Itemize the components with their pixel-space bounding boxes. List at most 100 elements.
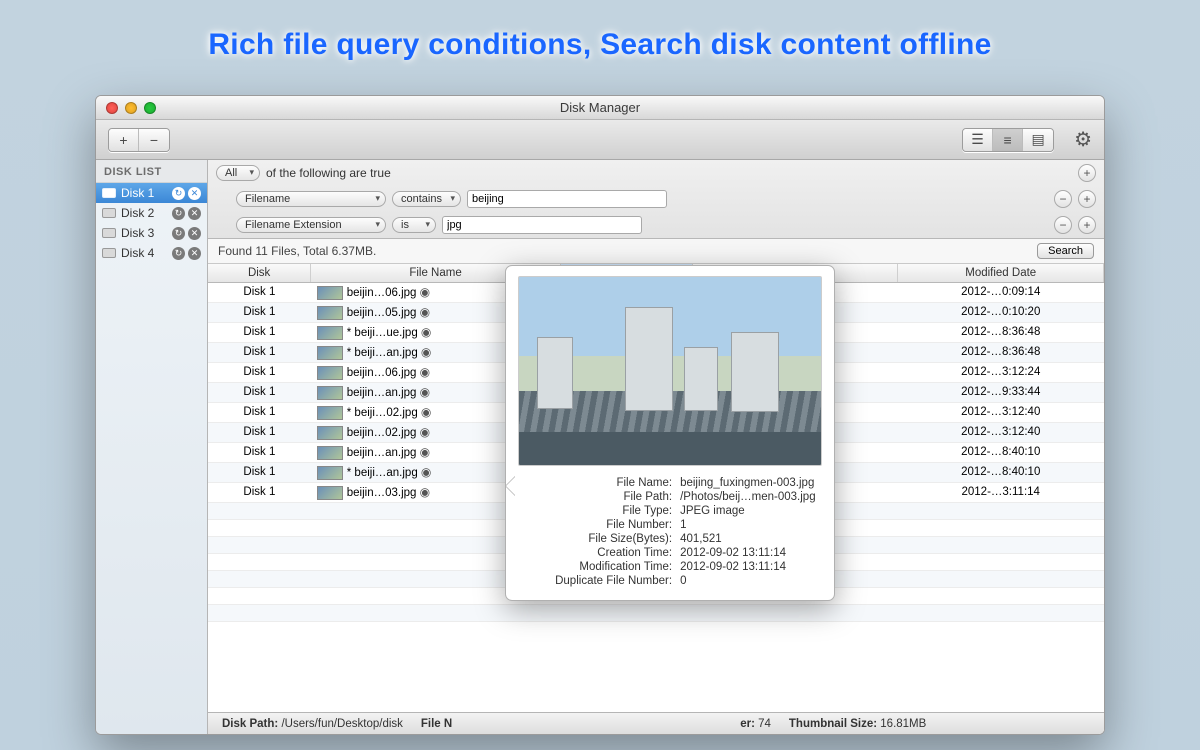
cell-disk: Disk 1 xyxy=(208,482,311,502)
search-button[interactable]: Search xyxy=(1037,243,1094,259)
disk-icon xyxy=(102,228,116,238)
preview-field-value: JPEG image xyxy=(676,504,822,518)
sidebar-item-label: Disk 3 xyxy=(121,226,154,240)
quicklook-icon[interactable]: ◉ xyxy=(421,325,431,339)
add-rule-button[interactable]: + xyxy=(1078,164,1096,182)
cell-modified: 2012-…8:40:10 xyxy=(898,462,1104,482)
preview-metadata: File Name:beijing_fuxingmen-003.jpgFile … xyxy=(518,476,822,588)
quicklook-icon[interactable]: ◉ xyxy=(421,345,431,359)
filter-value-input[interactable] xyxy=(442,216,642,234)
refresh-icon[interactable]: ↻ xyxy=(172,227,185,240)
column-header-modified[interactable]: Modified Date xyxy=(898,264,1104,283)
remove-rule-button[interactable]: − xyxy=(1054,190,1072,208)
eject-icon[interactable]: ✕ xyxy=(188,187,201,200)
quicklook-icon[interactable]: ◉ xyxy=(420,385,430,399)
cell-disk: Disk 1 xyxy=(208,462,311,482)
column-header-disk[interactable]: Disk xyxy=(208,264,311,283)
filter-field-select[interactable]: Filename Extension xyxy=(236,217,386,233)
quicklook-icon[interactable]: ◉ xyxy=(420,485,430,499)
cell-modified: 2012-…0:10:20 xyxy=(898,302,1104,322)
sidebar-item-disk-1[interactable]: Disk 1 ↻✕ xyxy=(96,183,207,203)
disk-icon xyxy=(102,248,116,258)
filter-value-input[interactable] xyxy=(467,190,667,208)
cell-modified: 2012-…3:12:40 xyxy=(898,422,1104,442)
cell-modified: 2012-…9:33:44 xyxy=(898,382,1104,402)
status-thumb-value: 16.81MB xyxy=(880,718,926,730)
quicklook-icon[interactable]: ◉ xyxy=(421,465,431,479)
view-list-button[interactable]: ≡ xyxy=(993,129,1023,151)
file-preview-popover: File Name:beijing_fuxingmen-003.jpgFile … xyxy=(505,265,835,601)
cell-disk: Disk 1 xyxy=(208,362,311,382)
thumbnail-icon xyxy=(317,406,343,420)
sidebar-item-disk-2[interactable]: Disk 2↻✕ xyxy=(96,203,207,223)
quicklook-icon[interactable]: ◉ xyxy=(420,365,430,379)
cell-modified: 2012-…3:11:14 xyxy=(898,482,1104,502)
cell-modified: 2012-…0:09:14 xyxy=(898,283,1104,303)
filter-op-select[interactable]: is xyxy=(392,217,436,233)
quicklook-icon[interactable]: ◉ xyxy=(420,305,430,319)
sidebar-item-label: Disk 4 xyxy=(121,246,154,260)
titlebar: Disk Manager xyxy=(96,96,1104,120)
remove-rule-button[interactable]: − xyxy=(1054,216,1072,234)
preview-field-value: 2012-09-02 13:11:14 xyxy=(676,560,822,574)
results-summary-text: Found 11 Files, Total 6.37MB. xyxy=(218,244,376,258)
refresh-icon[interactable]: ↻ xyxy=(172,187,185,200)
toolbar: + − ☰ ≡ ▤ ⚙ xyxy=(96,120,1104,160)
cell-disk: Disk 1 xyxy=(208,442,311,462)
quicklook-icon[interactable]: ◉ xyxy=(420,285,430,299)
disk-icon xyxy=(102,188,116,198)
thumbnail-icon xyxy=(317,286,343,300)
add-rule-button[interactable]: + xyxy=(1078,190,1096,208)
quicklook-icon[interactable]: ◉ xyxy=(420,445,430,459)
marketing-headline: Rich file query conditions, Search disk … xyxy=(0,28,1200,62)
view-mode-segment: ☰ ≡ ▤ xyxy=(962,128,1054,152)
sidebar-item-label: Disk 1 xyxy=(121,186,154,200)
view-columns-button[interactable]: ☰ xyxy=(963,129,993,151)
add-rule-button[interactable]: + xyxy=(1078,216,1096,234)
add-remove-segment: + − xyxy=(108,128,170,152)
preview-field-label: File Number: xyxy=(518,518,676,532)
refresh-icon[interactable]: ↻ xyxy=(172,247,185,260)
preview-field-label: Duplicate File Number: xyxy=(518,574,676,588)
gear-icon[interactable]: ⚙ xyxy=(1074,127,1092,152)
quicklook-icon[interactable]: ◉ xyxy=(420,425,430,439)
thumbnail-icon xyxy=(317,486,343,500)
preview-field-label: Creation Time: xyxy=(518,546,676,560)
add-button[interactable]: + xyxy=(109,129,139,151)
cell-disk: Disk 1 xyxy=(208,402,311,422)
disk-icon xyxy=(102,208,116,218)
preview-image xyxy=(518,276,822,466)
remove-button[interactable]: − xyxy=(139,129,169,151)
preview-field-value: beijing_fuxingmen-003.jpg xyxy=(676,476,822,490)
sidebar-title: DISK LIST xyxy=(96,160,207,183)
view-icons-button[interactable]: ▤ xyxy=(1023,129,1053,151)
filter-scope-suffix: of the following are true xyxy=(266,166,391,180)
cell-modified: 2012-…8:36:48 xyxy=(898,322,1104,342)
preview-field-value: /Photos/beij…men-003.jpg xyxy=(676,490,822,504)
thumbnail-icon xyxy=(317,366,343,380)
cell-modified: 2012-…3:12:24 xyxy=(898,362,1104,382)
filter-rule: Filename contains −+ xyxy=(208,186,1104,212)
cell-disk: Disk 1 xyxy=(208,382,311,402)
preview-field-value: 2012-09-02 13:11:14 xyxy=(676,546,822,560)
filter-scope-select[interactable]: All xyxy=(216,165,260,181)
thumbnail-icon xyxy=(317,386,343,400)
filter-op-select[interactable]: contains xyxy=(392,191,461,207)
eject-icon[interactable]: ✕ xyxy=(188,207,201,220)
quicklook-icon[interactable]: ◉ xyxy=(421,405,431,419)
status-diskpath-label: Disk Path: xyxy=(222,718,278,730)
filter-field-select[interactable]: Filename xyxy=(236,191,386,207)
results-summary: Found 11 Files, Total 6.37MB. Search xyxy=(208,239,1104,264)
filter-rule: Filename Extension is −+ xyxy=(208,212,1104,238)
sidebar-item-disk-4[interactable]: Disk 4 ↻✕ xyxy=(96,243,207,263)
sidebar-item-disk-3[interactable]: Disk 3 ↻✕ xyxy=(96,223,207,243)
refresh-icon[interactable]: ↻ xyxy=(172,207,185,220)
cell-modified: 2012-…8:36:48 xyxy=(898,342,1104,362)
eject-icon[interactable]: ✕ xyxy=(188,227,201,240)
eject-icon[interactable]: ✕ xyxy=(188,247,201,260)
preview-field-label: File Type: xyxy=(518,504,676,518)
preview-field-value: 401,521 xyxy=(676,532,822,546)
preview-field-label: File Path: xyxy=(518,490,676,504)
thumbnail-icon xyxy=(317,426,343,440)
preview-field-label: Modification Time: xyxy=(518,560,676,574)
